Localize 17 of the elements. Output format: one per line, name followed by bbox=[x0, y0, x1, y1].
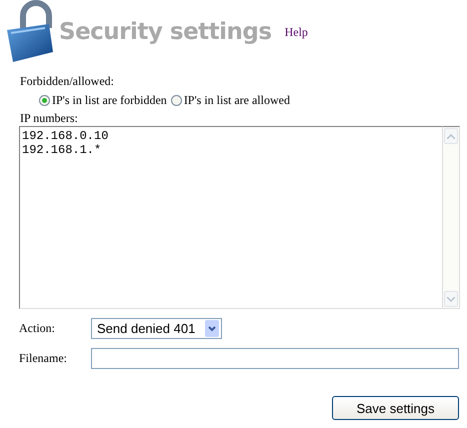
radio-label[interactable]: IP's in list are forbidden bbox=[52, 92, 167, 108]
ip-list-field[interactable]: 192.168.0.10 192.168.1.* bbox=[19, 126, 442, 309]
help-link[interactable]: Help bbox=[284, 24, 308, 40]
scrollbar[interactable] bbox=[442, 126, 460, 309]
scroll-down-icon[interactable] bbox=[444, 291, 458, 307]
radio-button[interactable] bbox=[39, 94, 50, 106]
save-button[interactable]: Save settings bbox=[332, 396, 459, 420]
radio-button[interactable] bbox=[170, 94, 182, 106]
radio-label[interactable]: IP's in list are allowed bbox=[184, 92, 290, 108]
scroll-up-icon[interactable] bbox=[444, 128, 458, 144]
field-label: Action: bbox=[19, 321, 56, 336]
page-title: Security settings bbox=[59, 19, 272, 45]
filename-field[interactable] bbox=[90, 348, 459, 369]
action-dropdown[interactable]: Send denied 401 bbox=[91, 318, 222, 339]
field-label: Filename: bbox=[19, 351, 68, 366]
field-label: IP numbers: bbox=[20, 111, 79, 125]
field-label: Forbidden/allowed: bbox=[20, 74, 115, 88]
